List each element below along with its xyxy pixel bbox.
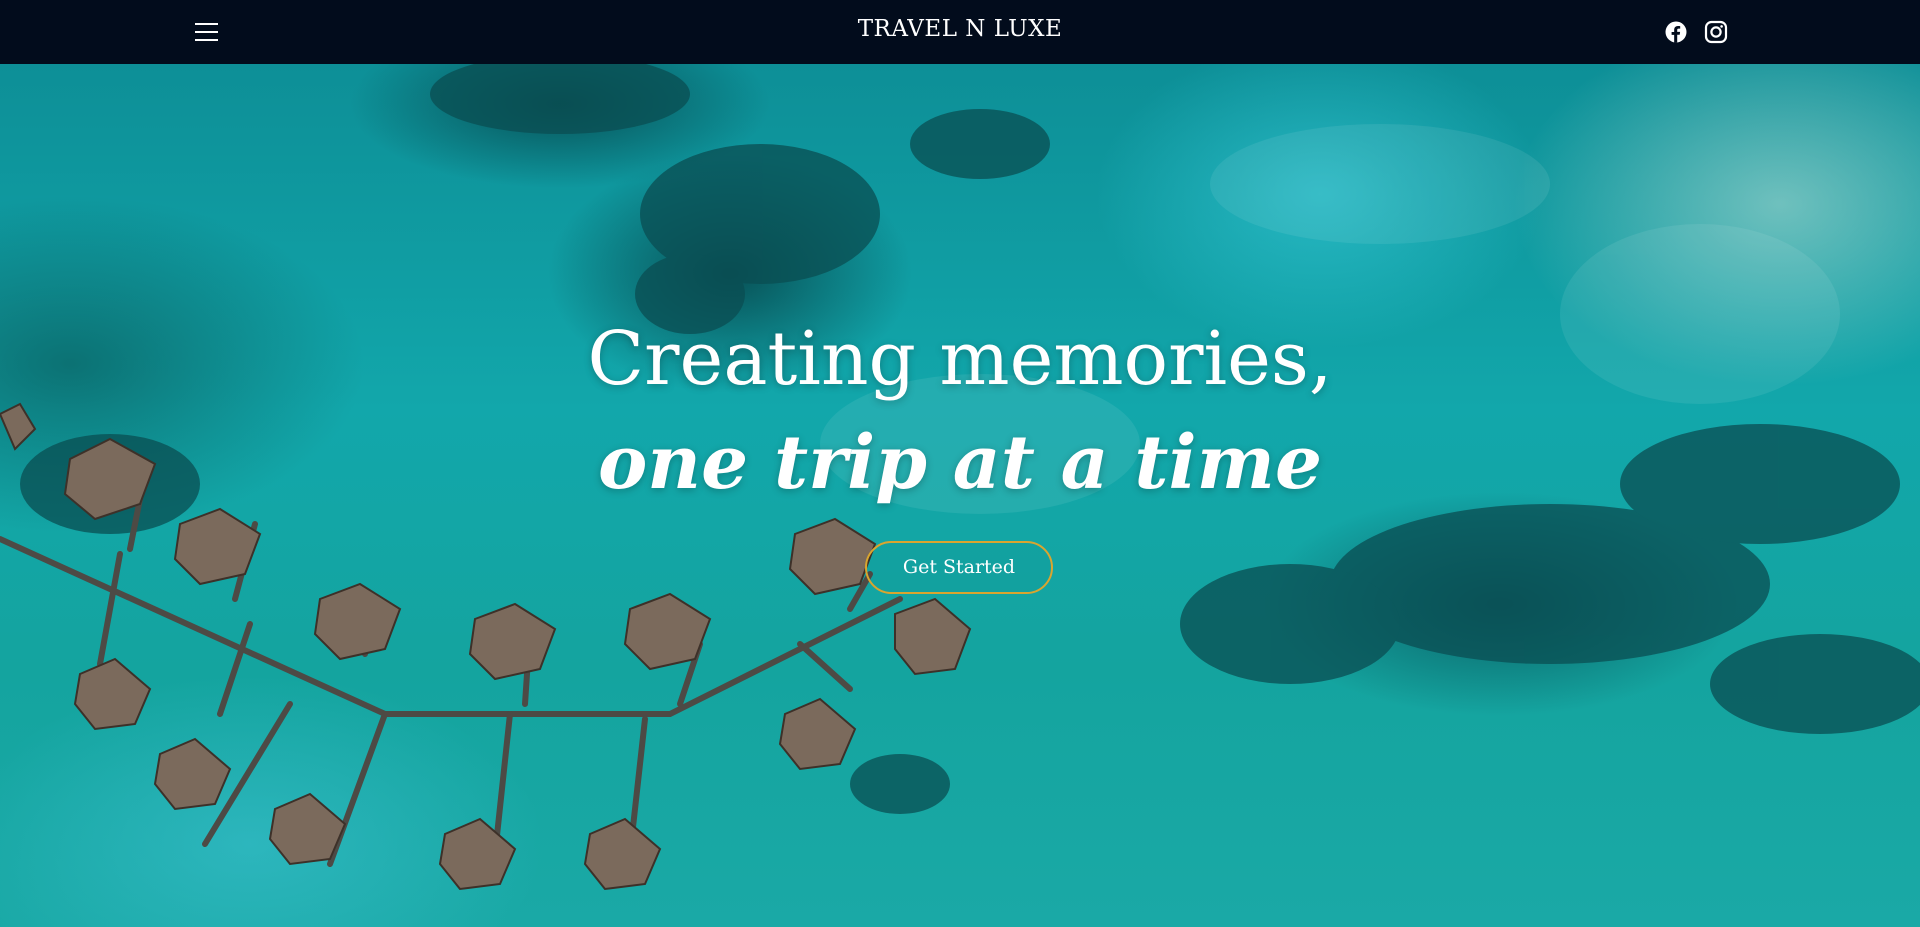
instagram-icon[interactable] [1704,20,1728,44]
site-logo: TRAVEL N LUXE [0,16,1920,42]
hero-section: Creating memories, one trip at a time Ge… [0,64,1920,927]
hero-subtitle: one trip at a time [597,420,1323,506]
navbar: TRAVEL N LUXE [0,0,1920,64]
get-started-button[interactable]: Get Started [865,541,1053,594]
hero-title: Creating memories, [587,316,1333,402]
brand-link[interactable]: TRAVEL N LUXE [858,16,1063,42]
hamburger-menu-icon[interactable] [192,20,222,44]
facebook-icon[interactable] [1664,20,1688,44]
